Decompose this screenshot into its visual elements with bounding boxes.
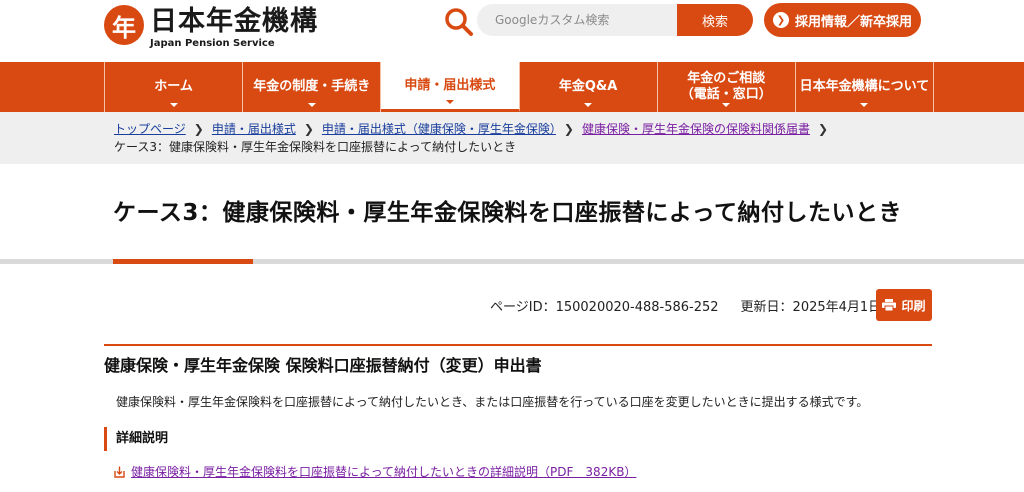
nav-item-label: 年金のご相談 （電話・窓口） (680, 71, 772, 102)
page-meta: ページID：150020020-488-586-252 更新日：2025年4月1日 (490, 296, 881, 315)
caret-down-icon (584, 103, 593, 107)
chevron-right-icon: ❯ (772, 12, 789, 28)
nav-item-label: 申請・届出様式 (404, 77, 496, 93)
nav-item-label: 年金の制度・手続き (253, 79, 371, 94)
print-button[interactable]: 印刷 (876, 289, 932, 321)
caret-down-icon (307, 103, 316, 107)
chevron-right-icon: ❯ (193, 122, 204, 136)
chevron-right-icon: ❯ (818, 122, 829, 136)
chevron-right-icon: ❯ (563, 122, 574, 136)
logo-jp: 日本年金機構 (150, 6, 318, 37)
section-description: 健康保険料・厚生年金保険料を口座振替によって納付したいとき、または口座振替を行っ… (116, 395, 869, 409)
caret-down-icon (722, 103, 731, 107)
site-logo[interactable]: 年 日本年金機構 Japan Pension Service (104, 5, 318, 50)
breadcrumb-link-top[interactable]: トップページ (114, 122, 186, 136)
caret-down-icon (169, 103, 178, 107)
detail-heading: 詳細説明 (104, 427, 168, 451)
nav-item-about[interactable]: 日本年金機構について (796, 62, 935, 112)
nav-item-qa[interactable]: 年金Q&A (520, 62, 658, 112)
breadcrumb: トップページ ❯ 申請・届出様式 ❯ 申請・届出様式（健康保険・厚生年金保険） ❯ 健康保険… (0, 112, 1024, 164)
nav-item-forms[interactable]: 申請・届出様式 (381, 62, 520, 112)
breadcrumb-link-forms-health[interactable]: 申請・届出様式（健康保険・厚生年金保険） (322, 122, 556, 136)
updated-date: 更新日：2025年4月1日 (740, 300, 882, 315)
page-id: ページID：150020020-488-586-252 (490, 300, 719, 315)
section-title: 健康保険・厚生年金保険 保険料口座振替納付（変更）申出書 (104, 356, 542, 375)
nav-item-consult[interactable]: 年金のご相談 （電話・窓口） (658, 62, 796, 112)
logo-icon: 年 (104, 5, 144, 45)
breadcrumb-link-forms[interactable]: 申請・届出様式 (212, 122, 296, 136)
logo-en: Japan Pension Service (150, 38, 275, 49)
title-divider (0, 259, 1024, 264)
nav-item-label: 日本年金機構について (799, 79, 930, 94)
recruit-button[interactable]: ❯ 採用情報／新卒採用 (764, 3, 921, 37)
pdf-icon (114, 466, 125, 478)
search-input[interactable] (477, 4, 679, 36)
breadcrumb-current: ケース3：健康保険料・厚生年金保険料を口座振替によって納付したいとき (114, 140, 517, 154)
recruit-button-label: 採用情報／新卒採用 (794, 14, 912, 30)
caret-down-icon (860, 103, 869, 107)
print-icon (882, 299, 897, 311)
search-icon[interactable] (444, 7, 474, 37)
title-divider-accent (113, 259, 253, 264)
caret-down-icon (445, 100, 454, 104)
pdf-download-link[interactable]: 健康保険料・厚生年金保険料を口座振替によって納付したいときの詳細説明（PDF 3… (131, 463, 636, 480)
chevron-right-icon: ❯ (303, 122, 314, 136)
site-header: 年 日本年金機構 Japan Pension Service 検索 ❯ 採用情報… (0, 0, 1024, 62)
print-label: 印刷 (901, 298, 926, 313)
nav-item-label: 年金Q&A (558, 79, 618, 94)
nav-item-home[interactable]: ホーム (105, 62, 244, 112)
search-button[interactable]: 検索 (677, 4, 753, 36)
nav-item-system[interactable]: 年金の制度・手続き (243, 62, 382, 112)
logo-text: 日本年金機構 Japan Pension Service (150, 5, 318, 50)
breadcrumb-link-premium[interactable]: 健康保険・厚生年金保険の保険料関係届書 (582, 122, 810, 136)
section-divider (104, 344, 932, 346)
page-title: ケース3：健康保険料・厚生年金保険料を口座振替によって納付したいとき (113, 200, 903, 226)
global-nav: ホーム 年金の制度・手続き 申請・届出様式 年金Q&A 年金のご相談 （電話・窓… (0, 62, 1024, 112)
pdf-link-row: 健康保険料・厚生年金保険料を口座振替によって納付したいときの詳細説明（PDF 3… (114, 463, 636, 480)
nav-item-label: ホーム (154, 79, 193, 94)
